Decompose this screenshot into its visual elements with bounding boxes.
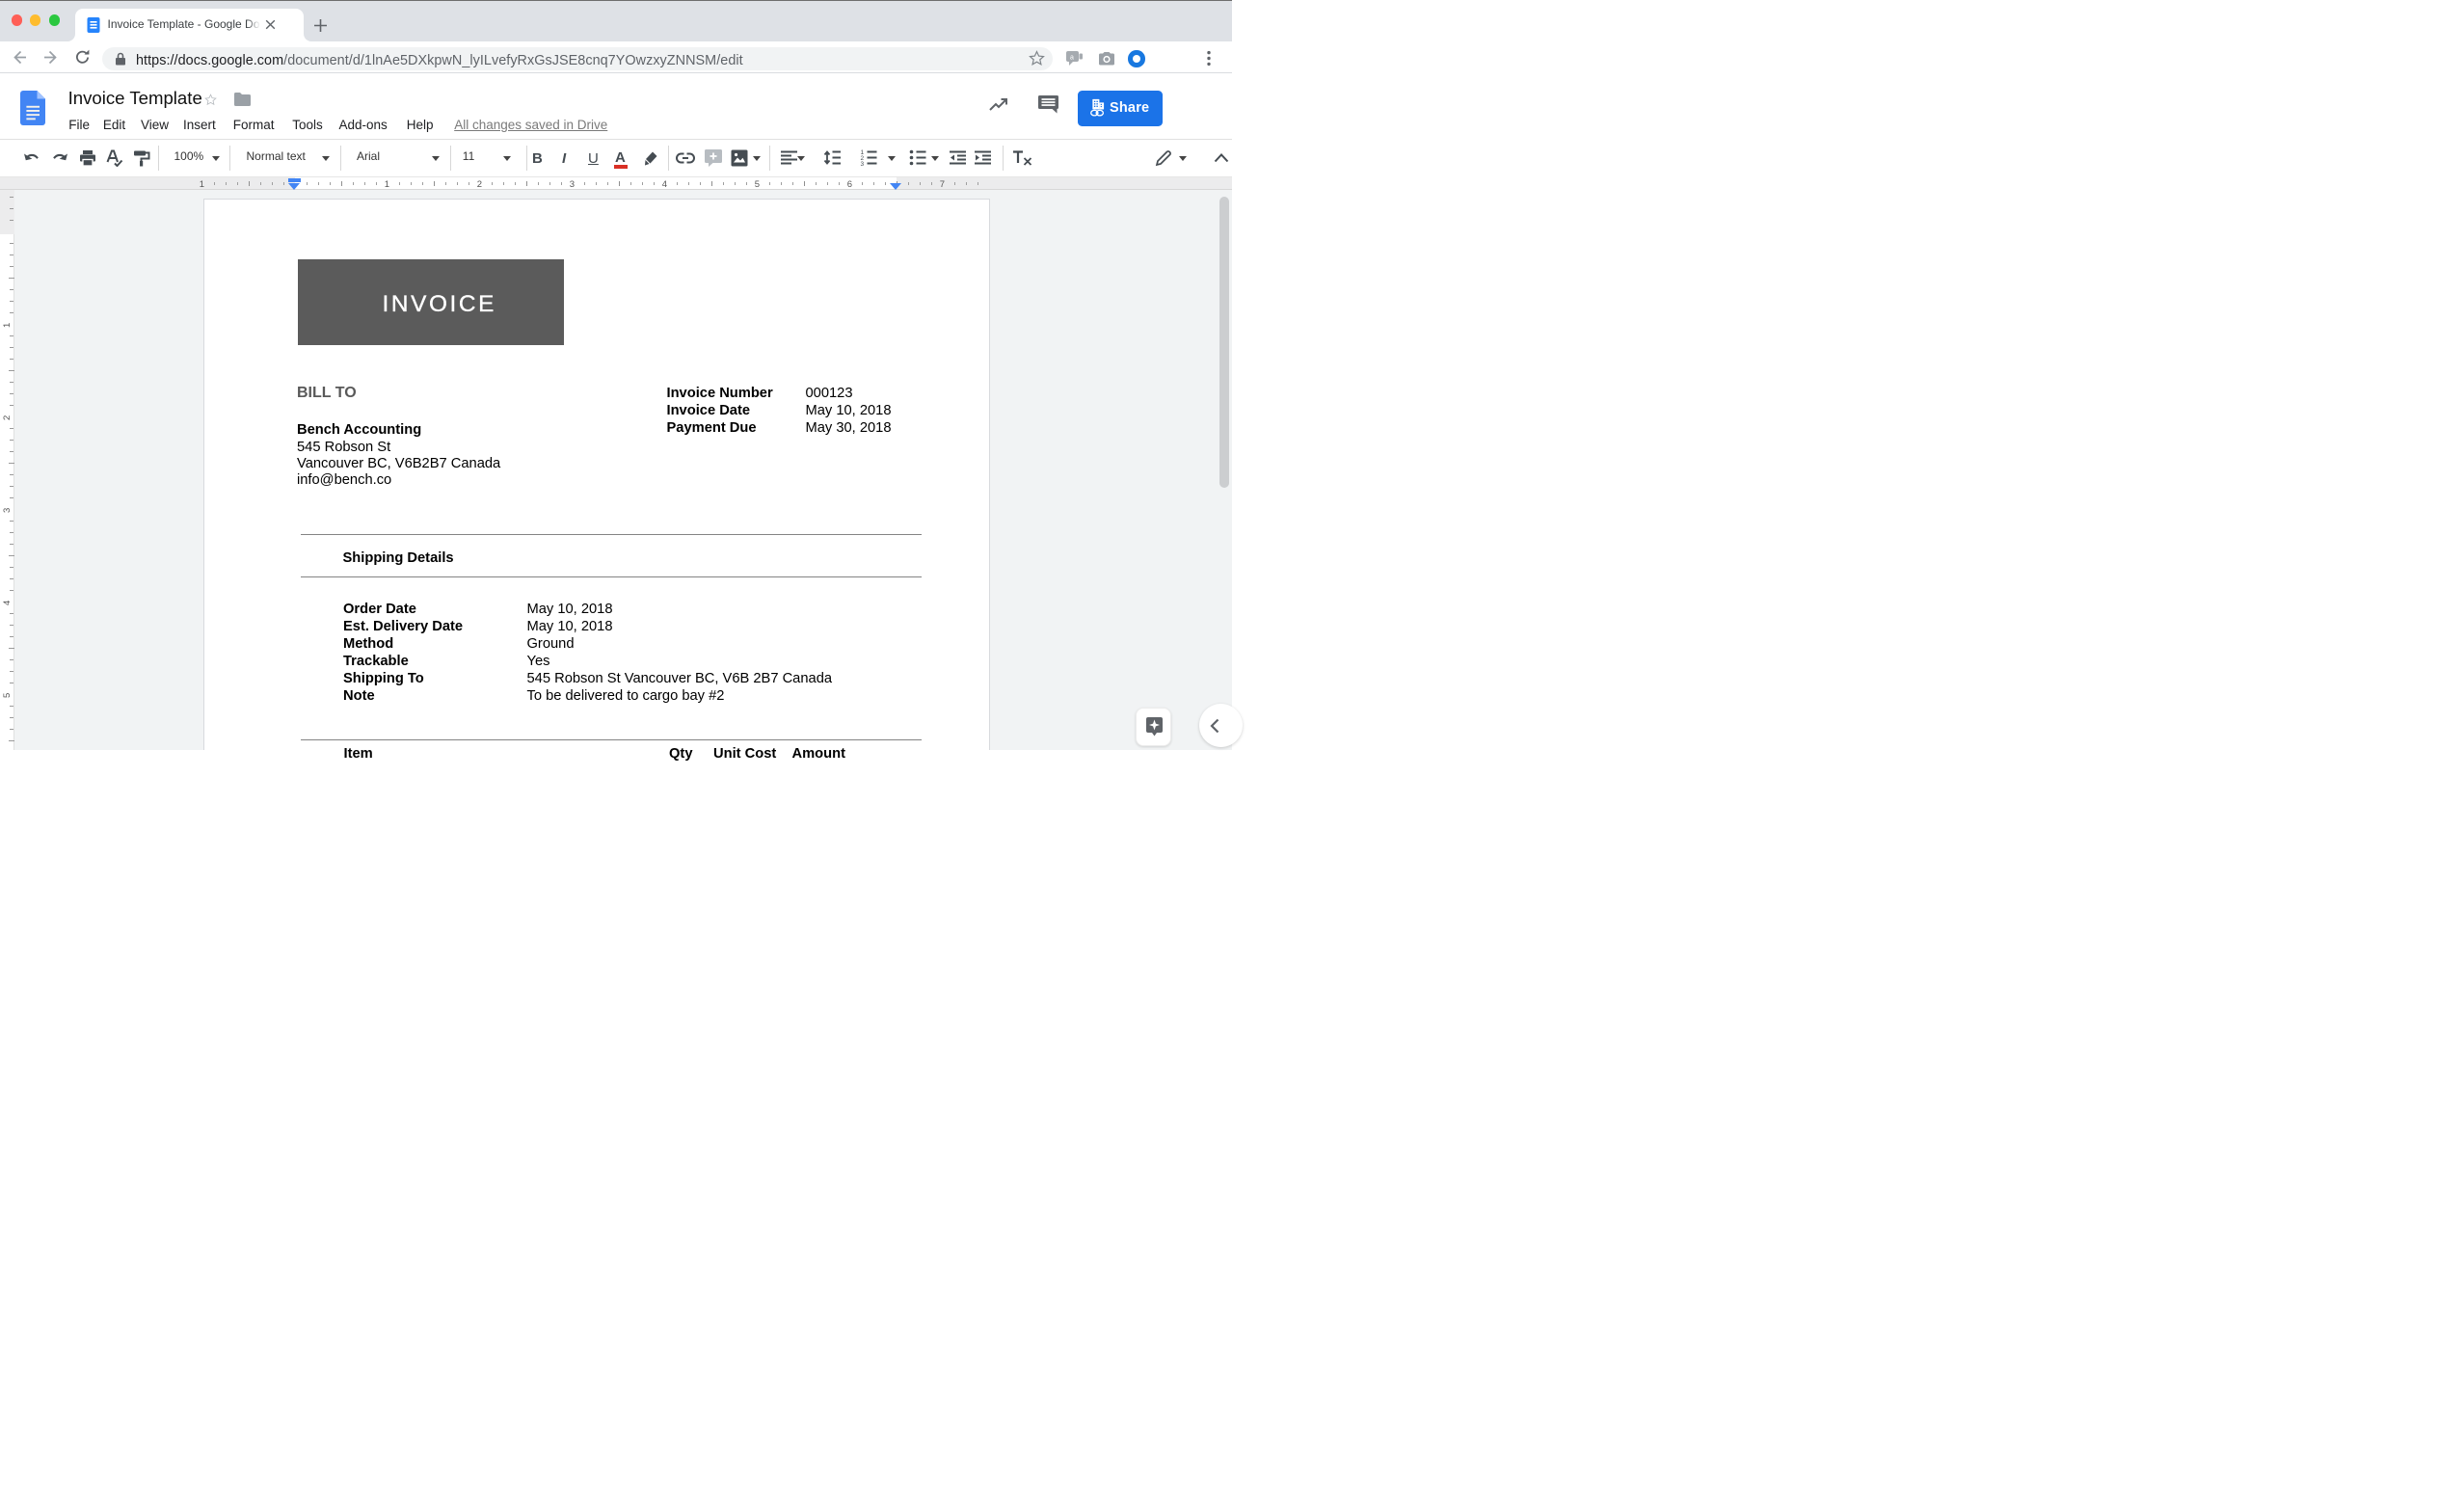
- svg-text:3: 3: [861, 161, 865, 166]
- svg-text:a: a: [1070, 55, 1074, 62]
